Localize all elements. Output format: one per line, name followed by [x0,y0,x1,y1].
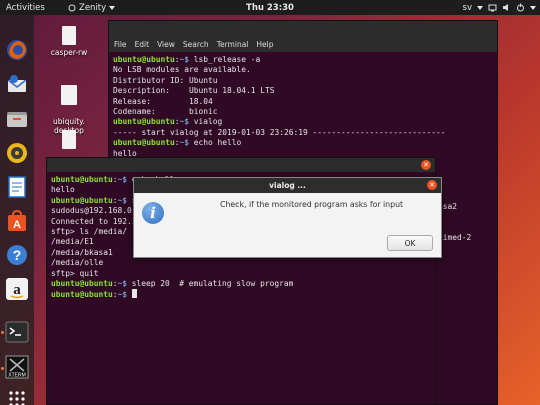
terminal-output[interactable]: ubuntu@ubuntu:~$ lsb_release -a No LSB mo… [109,52,497,172]
usb-drive-icon [62,26,76,45]
running-indicator [1,331,4,334]
vialog-dialog: vialog ... ✕ i Check, if the monitored p… [133,177,442,258]
prompt-user: ubuntu@ubuntu [113,55,175,64]
libreoffice-writer-icon[interactable] [5,175,29,199]
desktop-icon-ubiquity[interactable]: ubiquity. desktop [46,76,92,135]
command-text: lsb_release -a [189,55,261,64]
prompt-path: ~$ [179,55,190,64]
system-tray[interactable]: sv [463,3,536,13]
clock[interactable]: Thu 23:30 [0,3,540,13]
amazon-icon[interactable]: a [5,277,29,301]
rhythmbox-icon[interactable] [5,141,29,165]
firefox-icon[interactable] [5,38,29,62]
top-bar: Activities Zenity Thu 23:30 sv [0,0,540,15]
prompt-path: ~$ [179,138,190,148]
terminal-icon[interactable] [5,320,29,344]
menu-item-view[interactable]: View [157,40,175,49]
software-center-icon[interactable]: A [5,209,29,233]
prompt-path: ~$ [117,195,128,205]
terminal-line: Distributor ID: Ubuntu [113,75,218,85]
terminal-line: sftp> quit [51,268,99,278]
show-apps-icon[interactable] [5,387,29,405]
ok-button[interactable]: OK [387,235,433,251]
info-icon: i [142,202,164,224]
keyboard-layout[interactable]: sv [463,3,472,13]
partial-line: timed-2 [438,233,472,243]
terminal-line: No LSB modules are available. [113,65,251,75]
desktop-icon-label: casper-rw [50,48,88,57]
menu-item-help[interactable]: Help [256,40,273,49]
volume-icon [503,4,508,11]
terminal-titlebar[interactable] [109,21,497,36]
terminal-line: Codename: bionic [113,107,218,117]
terminal-line: ubuntu@ubuntu:~$ [51,289,431,300]
thunderbird-icon[interactable] [5,73,29,97]
help-icon[interactable]: ? [5,243,29,267]
dialog-title: vialog ... [269,181,306,190]
usb-drive-icon [62,130,76,149]
keyboard-chevron-icon [477,5,483,10]
power-icon [517,3,524,12]
terminal-line: ubuntu@ubuntu:~$ sleep 20 # emulating sl… [51,279,431,289]
terminal-line: Description: Ubuntu 18.04.1 LTS [113,86,275,96]
terminal-line: ubuntu@ubuntu:~$ lsb_release -a [113,55,493,65]
terminal-line: ----- start vialog at 2019-01-03 23:26:1… [113,127,446,137]
terminal-output-partial: asa2 timed-2 [438,181,471,254]
terminal-line: Release: 18.04 [113,96,213,106]
prompt-user: ubuntu@ubuntu [51,195,113,205]
prompt-user: ubuntu@ubuntu [51,175,113,184]
close-icon[interactable]: ✕ [427,180,437,190]
command-text: vialog [189,117,223,127]
terminal-menubar: File Edit View Search Terminal Help [109,36,497,52]
menu-item-file[interactable]: File [114,40,127,49]
close-icon[interactable]: ✕ [421,160,431,170]
command-text: sleep 20 # emulating slow program [127,279,294,289]
dock: A ? a XTERM [0,15,34,405]
text-cursor [131,289,137,299]
desktop-icon-3[interactable] [48,130,90,152]
files-icon[interactable] [5,107,29,131]
xterm-icon[interactable]: XTERM [5,355,29,379]
tray-chevron-icon [530,5,536,10]
command-text: echo hello [189,138,242,148]
prompt-path: ~$ [117,279,128,289]
svg-text:A: A [13,219,21,231]
prompt-user: ubuntu@ubuntu [51,279,113,289]
menu-item-edit[interactable]: Edit [135,40,150,49]
prompt-user: ubuntu@ubuntu [113,138,175,148]
desktop-icon-casper-rw[interactable]: casper-rw [48,26,90,57]
svg-text:a: a [13,282,21,298]
terminal-titlebar[interactable]: ✕ [47,158,435,172]
svg-text:XTERM: XTERM [8,373,26,379]
network-icon [488,4,497,12]
terminal-line: /media/olle [51,258,104,268]
prompt-path: ~$ [117,290,128,300]
terminal-line: ubuntu@ubuntu:~$ echo hello [113,138,493,148]
desktop-file-icon [61,85,77,105]
prompt-path: ~$ [179,117,190,127]
dialog-message: Check, if the monitored program asks for… [220,200,404,209]
svg-text:?: ? [13,247,22,263]
terminal-line: ubuntu@ubuntu:~$ vialog [113,117,493,127]
prompt-user: ubuntu@ubuntu [113,117,175,127]
prompt-path: ~$ [117,175,128,184]
menu-item-search[interactable]: Search [183,40,209,49]
dialog-titlebar[interactable]: vialog ... ✕ [134,178,441,193]
partial-line: asa2 [438,201,458,211]
prompt-user: ubuntu@ubuntu [51,290,113,300]
running-indicator [1,367,4,370]
menu-item-terminal[interactable]: Terminal [217,40,249,49]
